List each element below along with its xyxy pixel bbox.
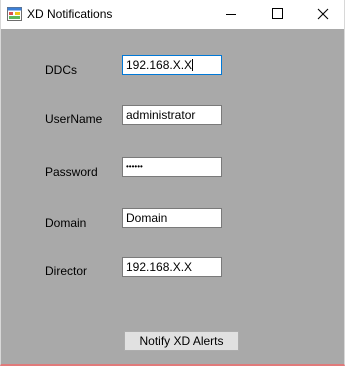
password-value: •••••• (126, 162, 143, 171)
ddcs-value: 192.168.X.X (126, 58, 193, 72)
minimize-button[interactable] (208, 0, 254, 29)
text-caret (192, 59, 194, 71)
ddcs-input[interactable]: 192.168.X.X (122, 55, 222, 75)
username-input[interactable]: administrator (122, 105, 222, 125)
app-window: XD Notifications DDCs 192.168.X.X UserNa… (0, 0, 345, 366)
password-label: Password (45, 165, 98, 179)
title-bar[interactable]: XD Notifications (1, 0, 344, 29)
director-value: 192.168.X.X (126, 260, 193, 274)
domain-value: Domain (126, 211, 168, 225)
close-button[interactable] (300, 0, 345, 29)
notify-xd-alerts-button[interactable]: Notify XD Alerts (124, 331, 239, 351)
maximize-icon (272, 8, 283, 19)
username-label: UserName (45, 112, 103, 126)
close-icon (317, 8, 329, 20)
ddcs-label: DDCs (45, 63, 77, 77)
windows-form-icon[interactable] (7, 7, 22, 21)
director-input[interactable]: 192.168.X.X (122, 257, 222, 277)
window-title: XD Notifications (27, 7, 113, 21)
maximize-button[interactable] (254, 0, 300, 29)
domain-input[interactable]: Domain (122, 208, 222, 228)
password-input[interactable]: •••••• (122, 157, 222, 177)
minimize-icon (226, 14, 236, 15)
director-label: Director (45, 264, 88, 278)
domain-label: Domain (45, 216, 87, 230)
username-value: administrator (126, 108, 196, 122)
